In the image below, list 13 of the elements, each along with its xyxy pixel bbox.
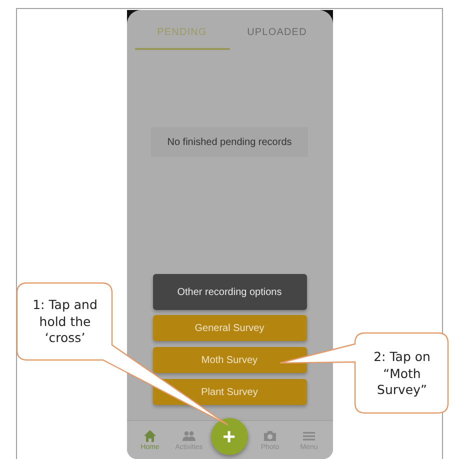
tab[interactable]: PENDING: [134, 12, 230, 50]
survey-button[interactable]: Moth Survey: [152, 347, 306, 373]
camera-icon: [263, 429, 277, 443]
callout-text: 2: Tap on “Moth Survey”: [372, 348, 432, 400]
other-options-button[interactable]: Other recording options: [152, 274, 306, 310]
people-icon: [182, 429, 196, 443]
callout-text: 1: Tap and hold the ‘cross’: [32, 296, 98, 348]
menu-icon: [302, 429, 316, 443]
tab[interactable]: UPLOADED: [230, 12, 324, 50]
survey-button[interactable]: General Survey: [152, 315, 306, 341]
survey-button[interactable]: Plant Survey: [152, 379, 306, 405]
home-icon: [143, 429, 157, 443]
empty-message: No finished pending records: [151, 127, 308, 157]
